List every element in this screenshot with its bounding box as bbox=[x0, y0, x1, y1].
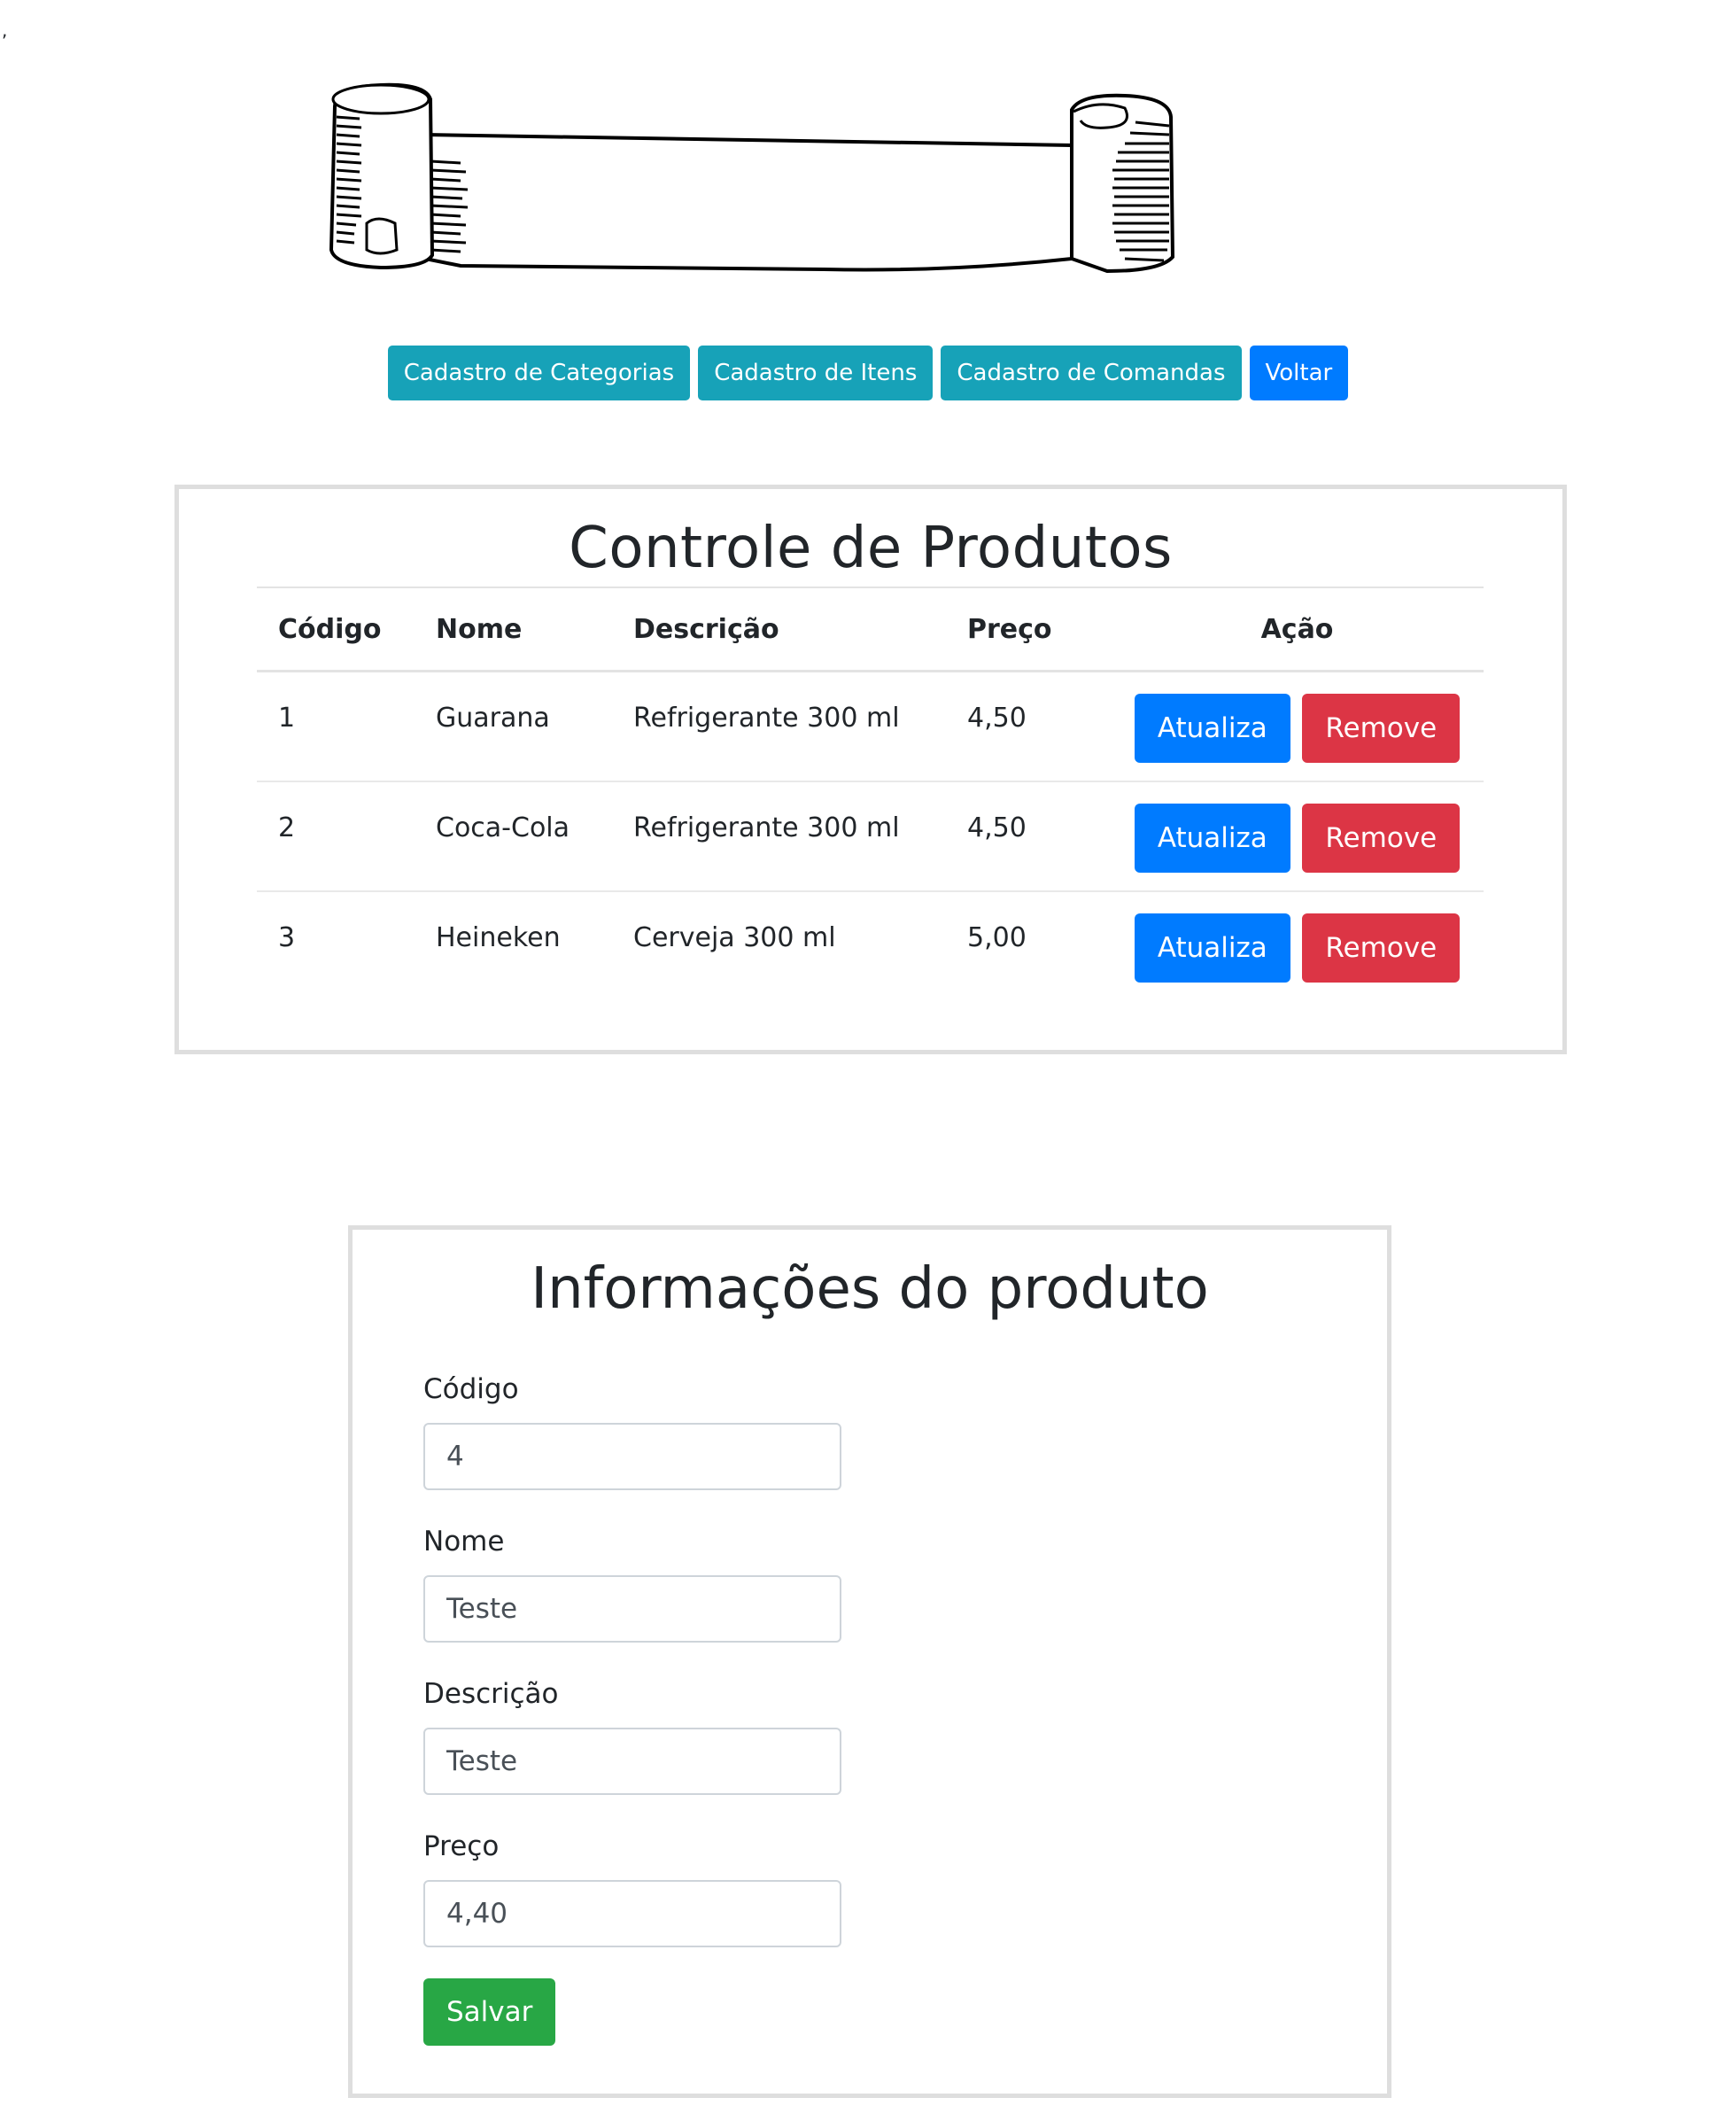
cell-codigo: 1 bbox=[257, 671, 415, 782]
remove-button[interactable]: Remove bbox=[1302, 803, 1461, 873]
header-acao: Ação bbox=[1111, 587, 1484, 672]
header-descricao: Descrição bbox=[612, 587, 946, 672]
nav-cadastro-itens-button[interactable]: Cadastro de Itens bbox=[698, 346, 934, 400]
nav-cadastro-categorias-button[interactable]: Cadastro de Categorias bbox=[387, 346, 691, 400]
cell-descricao: Refrigerante 300 ml bbox=[612, 781, 946, 892]
cell-descricao: Cerveja 300 ml bbox=[633, 921, 836, 953]
nav-voltar-button[interactable]: Voltar bbox=[1249, 346, 1349, 400]
nome-label: Nome bbox=[423, 1526, 505, 1558]
descricao-field-group: Descrição bbox=[423, 1678, 841, 1795]
cell-codigo: 3 bbox=[278, 921, 296, 953]
cell-codigo: 2 bbox=[257, 781, 415, 892]
save-button[interactable]: Salvar bbox=[423, 1978, 556, 2046]
nome-field-group: Nome bbox=[423, 1526, 841, 1643]
products-table: Código Nome Descrição Preço Ação 1 Guara… bbox=[257, 587, 1484, 1001]
header-codigo: Código bbox=[257, 587, 415, 672]
product-info-panel: Informações do produto Código Nome Descr… bbox=[348, 1225, 1391, 2098]
products-table-wrapper: Código Nome Descrição Preço Ação 1 Guara… bbox=[257, 587, 1484, 1001]
top-nav: Cadastro de Categorias Cadastro de Itens… bbox=[0, 346, 1736, 400]
product-info-title: Informações do produto bbox=[531, 1256, 1209, 1322]
header-preco: Preço bbox=[946, 587, 1111, 672]
cell-nome: Coca-Cola bbox=[415, 781, 612, 892]
cell-acao: Atualiza Remove bbox=[1111, 891, 1484, 1001]
header-nome: Nome bbox=[415, 587, 612, 672]
products-header-row: Código Nome Descrição Preço Ação bbox=[257, 587, 1484, 672]
cell-preco: 4,50 bbox=[946, 671, 1111, 782]
cell-preco: 5,00 bbox=[967, 921, 1027, 953]
descricao-label: Descrição bbox=[423, 1678, 559, 1710]
descricao-input[interactable] bbox=[423, 1728, 841, 1795]
update-button[interactable]: Atualiza bbox=[1134, 803, 1290, 873]
products-title: Controle de Produtos bbox=[569, 516, 1173, 581]
update-button[interactable]: Atualiza bbox=[1134, 913, 1290, 983]
ribbon-banner-icon bbox=[328, 82, 1178, 287]
cell-descricao: Refrigerante 300 ml bbox=[612, 671, 946, 782]
preco-input[interactable] bbox=[423, 1880, 841, 1947]
nav-cadastro-comandas-button[interactable]: Cadastro de Comandas bbox=[941, 346, 1242, 400]
remove-button[interactable]: Remove bbox=[1302, 913, 1461, 983]
remove-button[interactable]: Remove bbox=[1302, 694, 1461, 763]
stray-comma: , bbox=[2, 19, 8, 41]
cell-acao: Atualiza Remove bbox=[1111, 671, 1484, 782]
preco-field-group: Preço bbox=[423, 1830, 841, 1947]
table-row: 1 Guarana Refrigerante 300 ml 4,50 Atual… bbox=[257, 671, 1484, 782]
table-row: 2 Coca-Cola Refrigerante 300 ml 4,50 Atu… bbox=[257, 781, 1484, 892]
table-row: 3 Heineken Cerveja 300 ml 5,00 Atualiza … bbox=[257, 891, 1484, 1001]
cell-acao: Atualiza Remove bbox=[1111, 781, 1484, 892]
cell-preco: 4,50 bbox=[946, 781, 1111, 892]
update-button[interactable]: Atualiza bbox=[1134, 694, 1290, 763]
products-panel: Controle de Produtos Código Nome Descriç… bbox=[174, 485, 1567, 1054]
cell-nome: Heineken bbox=[436, 921, 561, 953]
preco-label: Preço bbox=[423, 1830, 500, 1862]
nome-input[interactable] bbox=[423, 1575, 841, 1643]
codigo-field-group: Código bbox=[423, 1373, 841, 1490]
codigo-input[interactable] bbox=[423, 1423, 841, 1490]
codigo-label: Código bbox=[423, 1373, 519, 1405]
cell-nome: Guarana bbox=[415, 671, 612, 782]
